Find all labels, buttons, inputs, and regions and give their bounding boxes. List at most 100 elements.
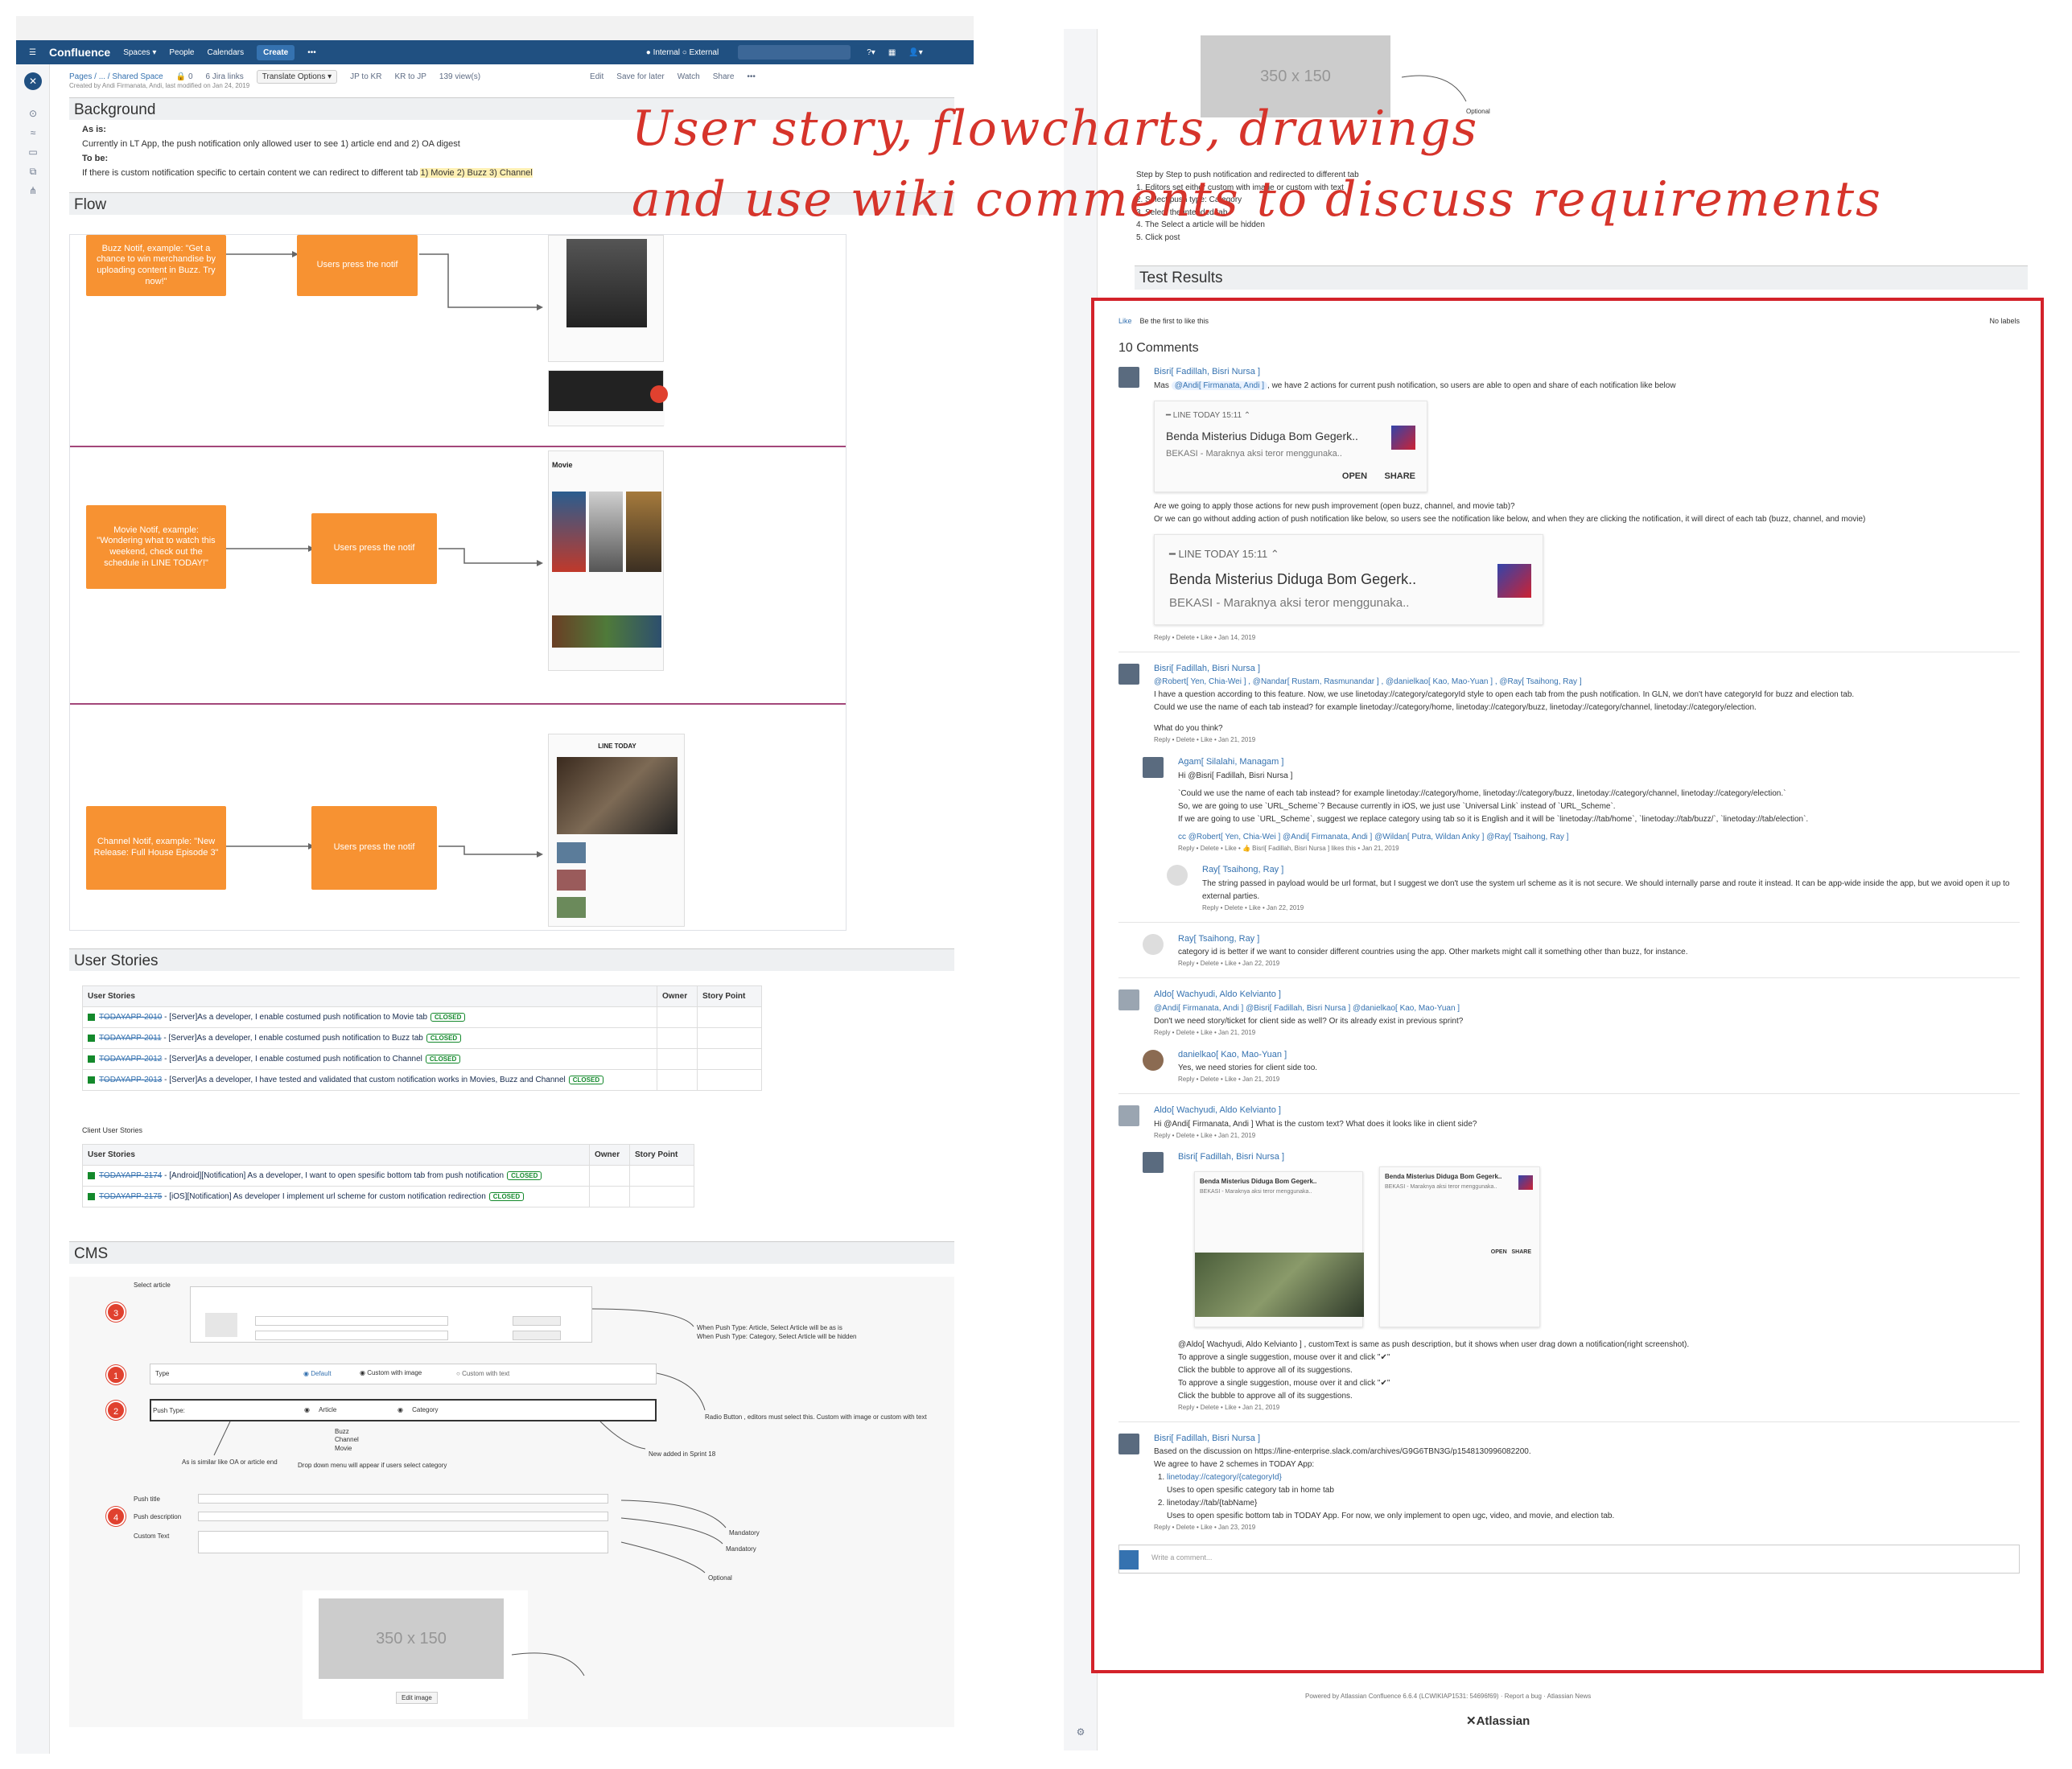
comment-body: The string passed in payload would be ur… [1202,878,2010,901]
comment-meta[interactable]: Reply • Delete • Like • Jan 21, 2019 [1178,1075,2020,1085]
comment-meta[interactable]: Reply • Delete • Like • Jan 14, 2019 [1154,633,2020,644]
write-comment-input[interactable]: Write a comment... [1118,1545,2020,1574]
comment-author[interactable]: Bisri[ Fadillah, Bisri Nursa ] [1154,365,2020,380]
select-article-button[interactable] [513,1316,561,1326]
annotation-line-2: and use wiki comments to discuss require… [632,171,1882,228]
comment-body: Yes, we need stories for client side too… [1178,1063,1318,1073]
nav-people[interactable]: People [169,48,194,57]
type-custom-image-radio[interactable]: ◉ Custom with image [360,1369,422,1376]
push-description-input[interactable] [198,1512,608,1521]
jira-link[interactable]: TODAYAPP-2175 [99,1192,162,1201]
type-default-radio[interactable]: ◉ Default [303,1370,332,1377]
comment-body: So, we are going to use `URL_Scheme`? Be… [1178,801,1616,811]
cc-mentions[interactable]: cc @Robert[ Yen, Chia-Wei ] @Andi[ Firma… [1178,831,2020,844]
comment-reply: Agam[ Silalahi, Managam ] Hi @Bisri[ Fad… [1143,755,2020,854]
menu-icon[interactable]: ☰ [29,48,36,57]
notification-icon[interactable]: ▦ [888,48,896,57]
list-item: linetoday://category/{categoryId}Uses to… [1167,1471,2020,1497]
restrictions-icon[interactable]: 🔒 0 [176,72,193,81]
kr-to-jp-button[interactable]: KR to JP [394,72,426,81]
jira-link[interactable]: TODAYAPP-2013 [99,1076,162,1084]
confluence-logo[interactable]: Confluence [49,46,110,59]
internal-external-toggle[interactable]: ● Internal ○ External [646,48,719,57]
push-title-input[interactable] [198,1494,608,1504]
comment-author[interactable]: Aldo[ Wachyudi, Aldo Kelvianto ] [1154,1104,2020,1118]
user-mentions[interactable]: @Robert[ Yen, Chia-Wei ] , @Nandar[ Rust… [1154,676,2020,689]
tree-icon[interactable]: ⋔ [24,182,42,200]
translate-options-button[interactable]: Translate Options ▾ [256,69,338,84]
comment-divider [1118,1092,2020,1094]
calendar-icon[interactable]: ▭ [24,143,42,161]
like-button[interactable]: Like [1118,317,1132,325]
comment-author[interactable]: danielkao[ Kao, Mao-Yuan ] [1178,1048,2020,1063]
comment-author[interactable]: Bisri[ Fadillah, Bisri Nursa ] [1154,662,2020,677]
user-mention[interactable]: @Andi[ Firmanata, Andi ] [1171,381,1268,390]
flow-diagram: Buzz Notif, example: "Get a chance to wi… [69,234,847,931]
comment-author[interactable]: Aldo[ Wachyudi, Aldo Kelvianto ] [1154,988,2020,1002]
type-custom-text-radio[interactable]: ○ Custom with text [456,1370,509,1377]
comment-author[interactable]: Bisri[ Fadillah, Bisri Nursa ] [1178,1150,2020,1165]
jira-link[interactable]: TODAYAPP-2012 [99,1055,162,1063]
edit-image-small-button[interactable] [513,1331,561,1340]
comment: Aldo[ Wachyudi, Aldo Kelvianto ] @Andi[ … [1118,988,2020,1038]
mandatory-note-1: Mandatory [729,1529,760,1537]
nav-spaces[interactable]: Spaces ▾ [123,48,156,57]
user-mentions[interactable]: @Andi[ Firmanata, Andi ] @Bisri[ Fadilla… [1154,1002,2020,1015]
jira-link[interactable]: TODAYAPP-2010 [99,1013,162,1022]
jira-link[interactable]: TODAYAPP-2011 [99,1034,162,1043]
feed-icon[interactable]: ≈ [24,124,42,142]
comment-meta[interactable]: Reply • Delete • Like • Jan 22, 2019 [1202,903,2020,914]
jp-to-kr-button[interactable]: JP to KR [350,72,381,81]
table-row: TODAYAPP-2013 - [Server]As a developer, … [82,1069,762,1091]
more-menu-button[interactable]: ••• [307,48,316,57]
share-button[interactable]: Share [713,72,735,81]
comment-meta[interactable]: Reply • Delete • Like • Jan 21, 2019 [1154,1131,2020,1142]
help-icon[interactable]: ?▾ [867,48,875,57]
article-desc-field [255,1331,448,1340]
edit-button[interactable]: Edit [590,72,603,81]
watch-button[interactable]: Watch [678,72,700,81]
comment-body: Are we going to apply those actions for … [1154,502,1866,525]
user-avatar-icon[interactable]: 👤▾ [908,48,922,57]
comment-meta[interactable]: Reply • Delete • Like • Jan 21, 2019 [1178,1403,2020,1413]
jira-links[interactable]: 6 Jira links [206,72,244,81]
avatar [1143,1049,1164,1071]
pages-icon[interactable]: ⊙ [24,105,42,122]
comment-meta[interactable]: Reply • Delete • Like • Jan 23, 2019 [1154,1523,2020,1533]
space-logo-icon[interactable]: ✕ [24,72,42,90]
story-icon [88,1055,95,1063]
notification-actions: OPEN SHARE [1341,471,1415,481]
push-type-category-radio[interactable]: ◉ Category [398,1406,439,1413]
comment: Bisri[ Fadillah, Bisri Nursa ] Mas @Andi… [1118,365,2020,644]
comment-body: What do you think? [1154,724,1223,734]
comment-meta[interactable]: Reply • Delete • Like • Jan 21, 2019 [1154,735,2020,746]
push-type-article-radio[interactable]: ◉ Article [304,1406,336,1413]
comment-author[interactable]: Ray[ Tsaihong, Ray ] [1178,932,2020,947]
save-for-later-button[interactable]: Save for later [616,72,664,81]
select-article-panel [190,1286,592,1343]
copy-icon[interactable]: ⧉ [24,163,42,180]
search-input[interactable] [738,45,851,60]
notification-screenshot: ━ LINE TODAY 15:11 ⌃ Benda Misterius Did… [1154,400,1427,493]
comment-meta[interactable]: Reply • Delete • Like • Jan 22, 2019 [1178,959,2020,969]
comment-author[interactable]: Ray[ Tsaihong, Ray ] [1202,863,2020,878]
comment-author[interactable]: Bisri[ Fadillah, Bisri Nursa ] [1154,1432,2020,1446]
comments-count-title: 10 Comments [1118,341,1199,355]
breadcrumb-path[interactable]: Pages / ... / Shared Space [69,72,163,81]
edit-image-button[interactable]: Edit image [396,1692,438,1704]
nav-calendars[interactable]: Calendars [208,48,245,57]
custom-text-input[interactable] [198,1531,608,1553]
step-item: 5. Click post [1136,232,1180,242]
status-badge: CLOSED [426,1034,462,1043]
no-labels[interactable]: No labels [1989,317,2020,325]
comment-meta[interactable]: Reply • Delete • Like • 👍 Bisri[ Fadilla… [1178,844,2020,854]
avatar [1118,1433,1139,1454]
create-button[interactable]: Create [257,44,295,60]
more-actions-button[interactable]: ••• [747,72,756,81]
col-story-point: Story Point [629,1144,694,1166]
confluence-topbar: ☰ Confluence Spaces ▾ People Calendars C… [16,40,974,64]
comment-author[interactable]: Agam[ Silalahi, Managam ] [1178,755,2020,770]
jira-link[interactable]: TODAYAPP-2174 [99,1171,162,1180]
settings-gear-icon[interactable]: ⚙ [1072,1723,1090,1741]
comment-meta[interactable]: Reply • Delete • Like • Jan 21, 2019 [1154,1028,2020,1039]
